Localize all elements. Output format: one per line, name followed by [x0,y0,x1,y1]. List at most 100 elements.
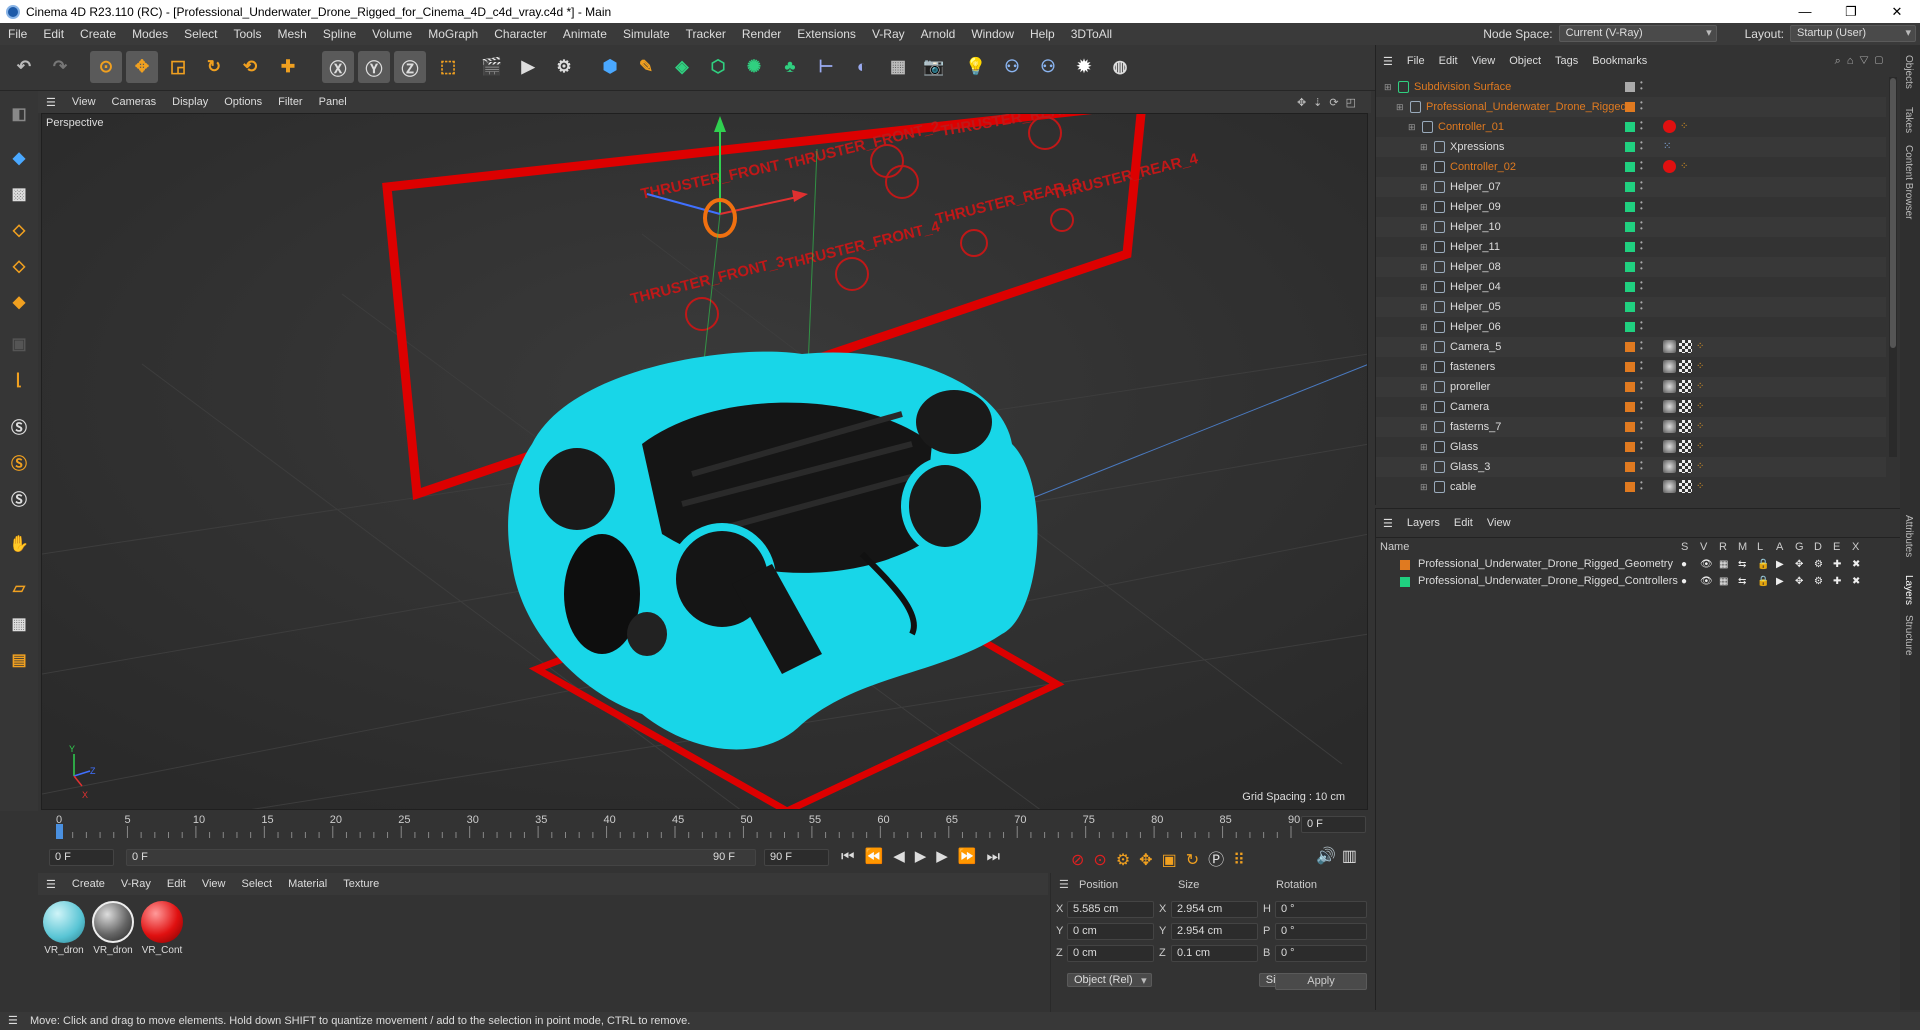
object-name[interactable]: Glass_3 [1450,457,1490,477]
viewport-menu-options[interactable]: Options [216,96,270,108]
layer-column-header[interactable]: D [1814,541,1833,553]
frame-range-slider[interactable]: 0 F 90 F [126,849,756,866]
visibility-dots-icon[interactable]: • • [1640,379,1644,393]
selection-tag-icon[interactable]: ⁘ [1696,437,1704,457]
playback-controls[interactable]: ⏮⏪◀▶▶⏩⏭ [841,847,1010,865]
start-frame-field[interactable]: 0 F [49,849,114,866]
object-scrollbar-thumb[interactable] [1890,78,1896,348]
x-axis-lock-icon[interactable]: Ⓧ [322,51,354,83]
expand-toggle-icon[interactable]: ⊞ [1420,417,1428,437]
visibility-dots-icon[interactable]: • • [1640,199,1644,213]
object-row[interactable]: ⊞ Camera_5 • • ⁘ [1376,337,1886,357]
snap-settings-icon[interactable]: Ⓢ [4,447,34,477]
layer-color-swatch[interactable] [1625,102,1635,112]
object-row[interactable]: ⊞ Helper_11 • • [1376,237,1886,257]
texture-tag-icon[interactable] [1679,400,1692,413]
object-row[interactable]: ⊞ Helper_05 • • [1376,297,1886,317]
layer-column-header[interactable]: M [1738,541,1757,553]
vray-sun-icon[interactable]: ✹ [1068,51,1100,83]
select-tool-icon[interactable]: ⊙ [90,51,122,83]
material-tag-icon[interactable] [1663,480,1676,493]
selection-tag-icon[interactable]: ⁘ [1696,457,1704,477]
expand-toggle-icon[interactable]: ⊞ [1384,77,1392,97]
material-tag-icon[interactable] [1663,120,1676,133]
layer-color-swatch[interactable] [1625,282,1635,292]
object-name[interactable]: Xpressions [1450,137,1504,157]
rotation-h-field[interactable]: 0 ° [1275,901,1367,918]
expand-toggle-icon[interactable]: ⊞ [1420,297,1428,317]
layer-color-swatch[interactable] [1625,182,1635,192]
object-row[interactable]: ⊞ Controller_02 • • ⁘ [1376,157,1886,177]
layer-toggle-icon[interactable]: 👁 [1700,573,1719,590]
selection-tag-icon[interactable]: ⁘ [1696,397,1704,417]
3d-viewport[interactable]: THRUSTER_FRONT THRUSTER_FRONT_2 THRUSTER… [41,113,1368,810]
position-y-field[interactable]: 0 cm [1067,923,1154,940]
visibility-dots-icon[interactable]: • • [1640,159,1644,173]
menu-mesh[interactable]: Mesh [269,27,314,41]
extrude-icon[interactable]: ⬡ [702,51,734,83]
object-name[interactable]: Controller_01 [1438,117,1504,137]
layer-color-swatch[interactable] [1625,302,1635,312]
make-editable-icon[interactable]: ◧ [4,99,34,129]
layer-toggle-icon[interactable]: 👁 [1700,556,1719,573]
layer-toggle-icon[interactable]: ▦ [1719,556,1738,573]
menu-tools[interactable]: Tools [225,27,269,41]
menu-modes[interactable]: Modes [124,27,176,41]
visibility-dots-icon[interactable]: • • [1640,239,1644,253]
floor-icon[interactable]: ▦ [882,51,914,83]
object-menu-object[interactable]: Object [1502,55,1548,67]
texture-mode-icon[interactable]: ▩ [4,179,34,209]
layer-toggle-icon[interactable]: ● [1681,556,1700,573]
menu-render[interactable]: Render [734,27,789,41]
visibility-dots-icon[interactable]: • • [1640,339,1644,353]
selection-tag-icon[interactable]: ⁘ [1696,337,1704,357]
end-frame-field[interactable]: 90 F [764,849,829,866]
film-icon[interactable]: ▥ [1342,848,1363,865]
key-scale-icon[interactable]: ▣ [1162,852,1186,869]
viewport-camera-label[interactable]: Perspective [46,117,103,129]
workplane-icon[interactable]: ▱ [4,573,34,603]
layer-toggle-icon[interactable]: ✖ [1852,556,1871,573]
position-z-field[interactable]: 0 cm [1067,945,1154,962]
object-row[interactable]: ⊞ fasterns_7 • • ⁘ [1376,417,1886,437]
material-menu-select[interactable]: Select [234,878,281,890]
expand-toggle-icon[interactable]: ⊞ [1420,217,1428,237]
record-key-icon[interactable]: ⊘ [1071,852,1093,869]
texture-tag-icon[interactable] [1679,420,1692,433]
layer-color-swatch[interactable] [1625,142,1635,152]
object-name[interactable]: Helper_10 [1450,217,1501,237]
tab-layers[interactable]: Layers [1903,575,1914,605]
next-frame-icon[interactable]: ▶ [936,848,958,865]
expand-toggle-icon[interactable]: ⊞ [1420,177,1428,197]
light-icon[interactable]: 💡 [960,51,992,83]
expand-toggle-icon[interactable]: ⊞ [1420,357,1428,377]
expand-toggle-icon[interactable]: ⊞ [1420,377,1428,397]
next-key-icon[interactable]: ⏩ [958,848,987,865]
point-mode-icon[interactable]: ◇ [4,215,34,245]
object-row[interactable]: ⊞ Helper_10 • • [1376,217,1886,237]
layer-toggle-icon[interactable]: ▶ [1776,573,1795,590]
object-search-icons[interactable]: ⌕⌂▽▢ [1835,55,1889,68]
apply-button[interactable]: Apply [1275,973,1367,990]
material-menu-view[interactable]: View [194,878,234,890]
layer-color-swatch[interactable] [1625,342,1635,352]
z-axis-lock-icon[interactable]: Ⓩ [394,51,426,83]
object-name[interactable]: Helper_06 [1450,317,1501,337]
menu-help[interactable]: Help [1022,27,1063,41]
mograph-icon[interactable]: ♣ [774,51,806,83]
expand-toggle-icon[interactable]: ⊞ [1420,457,1428,477]
layer-toggle-icon[interactable]: ⚙ [1814,556,1833,573]
layer-toggle-icon[interactable]: ✚ [1833,573,1852,590]
object-name[interactable]: Helper_09 [1450,197,1501,217]
visibility-dots-icon[interactable]: • • [1640,99,1644,113]
object-name[interactable]: fasteners [1450,357,1495,377]
object-name[interactable]: Helper_08 [1450,257,1501,277]
layer-color-swatch[interactable] [1625,382,1635,392]
layer-color-swatch[interactable] [1625,322,1635,332]
object-name[interactable]: Helper_04 [1450,277,1501,297]
viewport-menu-display[interactable]: Display [164,96,216,108]
object-row[interactable]: ⊞ Glass_3 • • ⁘ [1376,457,1886,477]
material-tag-icon[interactable] [1663,380,1676,393]
layer-menu-edit[interactable]: Edit [1447,517,1480,529]
object-name[interactable]: Camera [1450,397,1489,417]
